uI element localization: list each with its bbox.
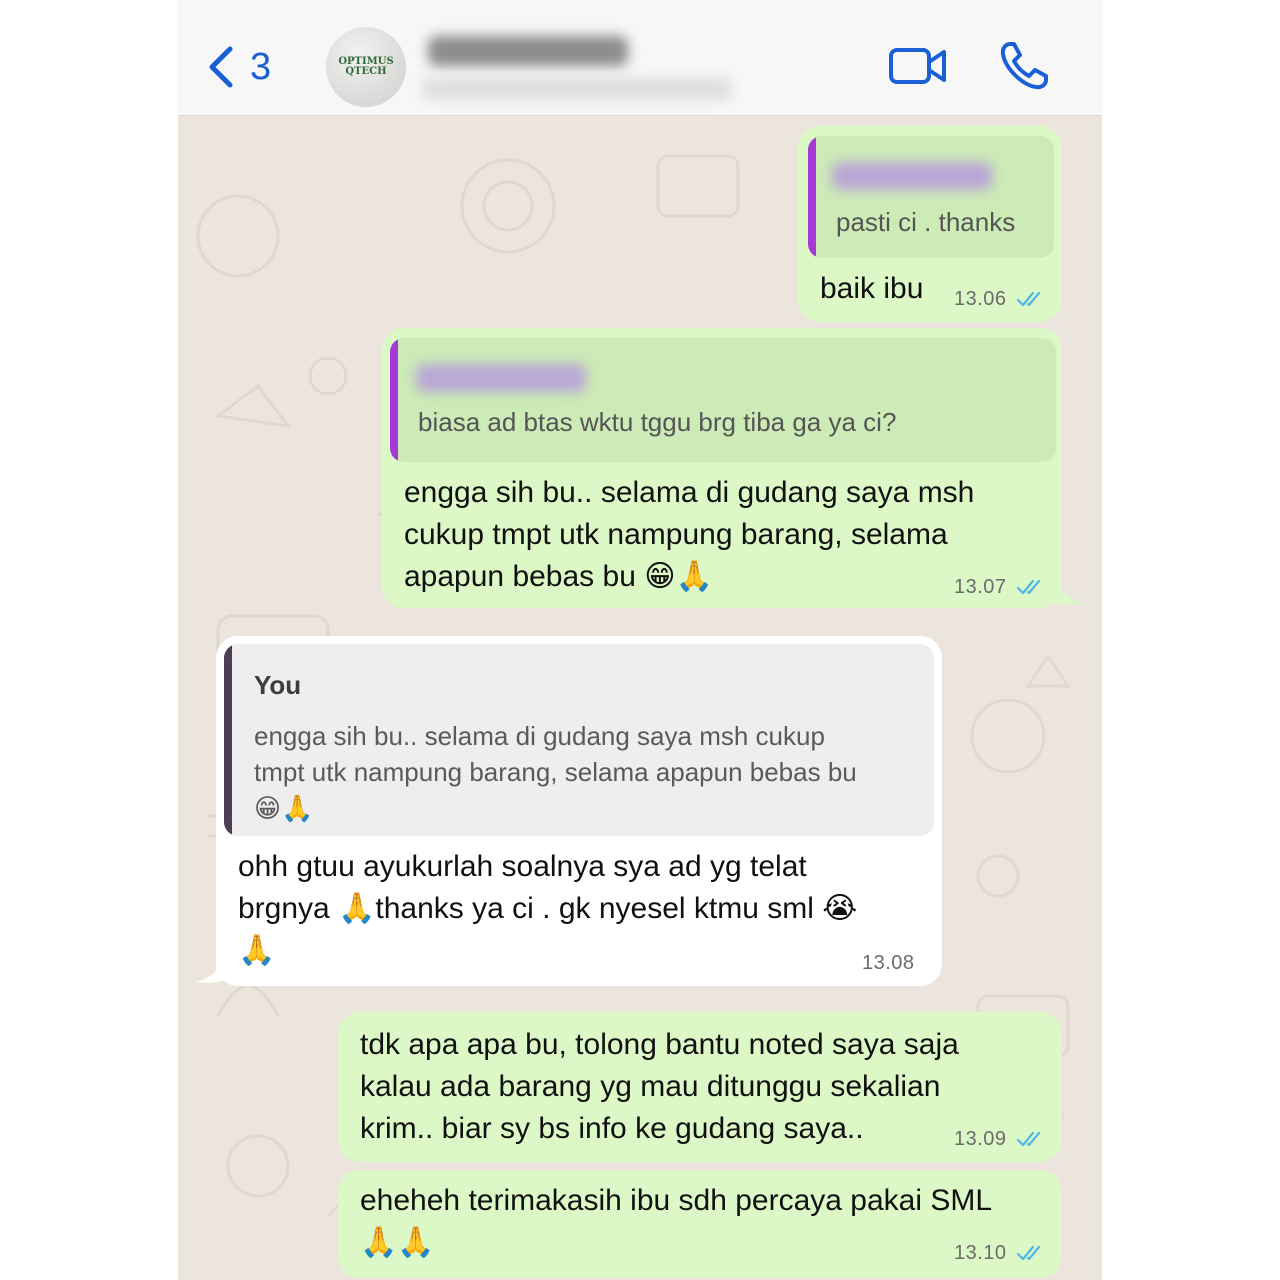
contact-name-redacted[interactable] <box>428 36 628 66</box>
message-time: 13.09 <box>954 1128 1007 1150</box>
quote-accent-bar <box>808 136 816 258</box>
bubble-tail-outgoing <box>1054 576 1084 605</box>
contact-avatar[interactable]: OPTIMUS QTECH <box>326 27 406 107</box>
avatar-logo-line2: QTECH <box>345 66 387 77</box>
message-bubble-outgoing[interactable]: pasti ci . thanks baik ibu 13.06 <box>798 126 1062 322</box>
message-line: apapun bebas bu 😁🙏 <box>404 560 713 593</box>
message-line: 🙏 <box>238 934 276 967</box>
chat-screen: 3 OPTIMUS QTECH pasti ci . thanks baik i… <box>178 0 1102 1280</box>
quote-sender: You <box>254 670 302 700</box>
message-line: tdk apa apa bu, tolong bantu noted saya … <box>360 1028 959 1061</box>
quoted-message[interactable]: You engga sih bu.. selama di gudang saya… <box>224 644 934 836</box>
double-check-icon <box>1016 579 1041 595</box>
double-check-icon <box>1016 291 1041 307</box>
quote-accent-bar <box>390 338 398 462</box>
unread-count: 3 <box>250 45 272 88</box>
phone-icon[interactable] <box>998 40 1050 92</box>
quote-text: biasa ad btas wktu tggu brg tiba ga ya c… <box>418 407 897 437</box>
message-line: cukup tmpt utk nampung barang, selama <box>404 518 948 551</box>
quote-sender-redacted <box>832 162 992 190</box>
message-bubble-outgoing[interactable]: biasa ad btas wktu tggu brg tiba ga ya c… <box>382 328 1062 608</box>
message-time: 13.07 <box>954 576 1007 598</box>
quote-line: 😁🙏 <box>254 793 314 823</box>
message-time: 13.06 <box>954 288 1007 310</box>
contact-subtitle-redacted <box>422 78 732 100</box>
message-line: kalau ada barang yg mau ditunggu sekalia… <box>360 1070 941 1103</box>
quoted-message[interactable]: pasti ci . thanks <box>808 136 1054 258</box>
message-text: baik ibu <box>820 272 924 305</box>
quote-line: engga sih bu.. selama di gudang saya msh… <box>254 721 825 751</box>
message-time: 13.08 <box>862 952 915 974</box>
message-line: 🙏🙏 <box>360 1226 435 1259</box>
quote-line: tmpt utk nampung barang, selama apapun b… <box>254 757 857 787</box>
message-line: eheheh terimakasih ibu sdh percaya pakai… <box>360 1184 993 1217</box>
quoted-message[interactable]: biasa ad btas wktu tggu brg tiba ga ya c… <box>390 338 1056 462</box>
quote-text: pasti ci . thanks <box>836 207 1016 237</box>
chevron-left-icon <box>209 46 233 88</box>
message-line: ohh gtuu ayukurlah soalnya sya ad yg tel… <box>238 850 807 883</box>
message-time: 13.10 <box>954 1242 1007 1264</box>
chat-header: 3 OPTIMUS QTECH <box>178 0 1102 116</box>
message-bubble-incoming[interactable]: You engga sih bu.. selama di gudang saya… <box>216 636 942 986</box>
quote-sender-redacted <box>416 364 586 392</box>
double-check-icon <box>1016 1131 1041 1147</box>
video-camera-icon[interactable] <box>888 42 948 90</box>
message-line: brgnya 🙏thanks ya ci . gk nyesel ktmu sm… <box>238 892 858 925</box>
message-line: krim.. biar sy bs info ke gudang saya.. <box>360 1112 864 1145</box>
message-bubble-outgoing[interactable]: eheheh terimakasih ibu sdh percaya pakai… <box>338 1170 1062 1278</box>
double-check-icon <box>1016 1245 1041 1261</box>
message-line: engga sih bu.. selama di gudang saya msh <box>404 476 975 509</box>
back-button[interactable]: 3 <box>206 42 286 92</box>
quote-accent-bar <box>224 644 232 836</box>
bubble-tail-incoming <box>196 954 226 983</box>
message-bubble-outgoing[interactable]: tdk apa apa bu, tolong bantu noted saya … <box>338 1012 1062 1162</box>
